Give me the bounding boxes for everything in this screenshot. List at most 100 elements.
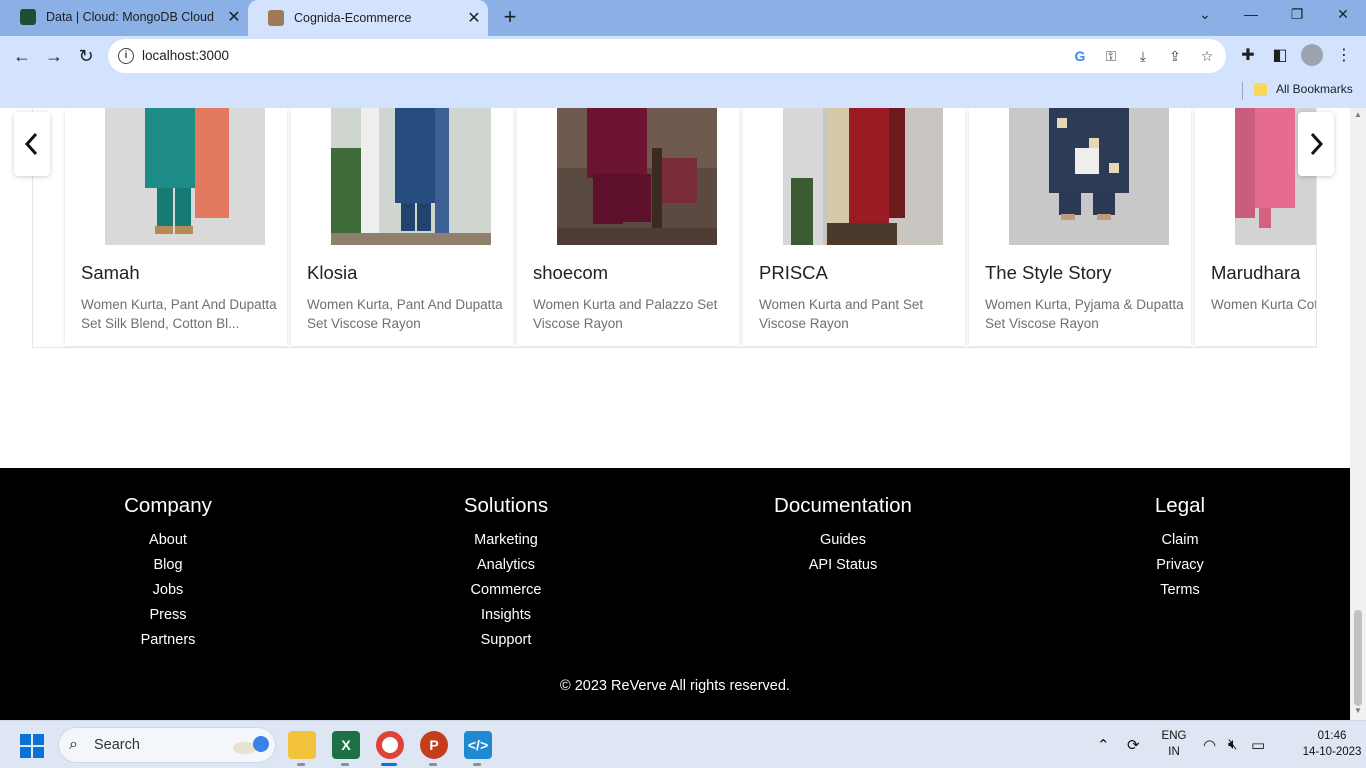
footer-link-api-status[interactable]: API Status	[723, 553, 963, 578]
wifi-icon[interactable]: ◠	[1203, 736, 1216, 754]
footer-link-commerce[interactable]: Commerce	[386, 578, 626, 603]
file-explorer-icon[interactable]	[288, 731, 316, 759]
site-footer: Company About Blog Jobs Press Partners S…	[0, 468, 1350, 720]
folder-icon[interactable]	[1254, 83, 1267, 96]
site-info-icon[interactable]: i	[118, 48, 134, 64]
powerpoint-icon[interactable]: P	[420, 731, 448, 759]
product-card-the-style-story[interactable]: The Style Story Women Kurta, Pyjama & Du…	[969, 108, 1191, 346]
search-highlight-icon	[233, 736, 269, 754]
footer-heading: Company	[124, 494, 212, 517]
extensions-puzzle-icon[interactable]: ✚	[1236, 44, 1260, 68]
footer-link-about[interactable]: About	[48, 528, 288, 553]
product-brand: Marudhara	[1211, 262, 1301, 283]
chevron-up-icon[interactable]: ⌃	[1097, 736, 1110, 754]
product-brand: PRISCA	[759, 262, 828, 283]
footer-link-guides[interactable]: Guides	[723, 528, 963, 553]
product-image[interactable]	[783, 108, 943, 245]
scrollbar-thumb[interactable]	[1354, 610, 1362, 706]
running-indicator	[297, 763, 305, 766]
language-indicator[interactable]: ENG	[1158, 730, 1190, 742]
profile-avatar[interactable]	[1300, 44, 1324, 68]
install-app-icon[interactable]: ⤓	[1133, 47, 1153, 65]
product-brand: shoecom	[533, 262, 609, 283]
product-image[interactable]	[1009, 108, 1169, 245]
reload-button[interactable]: ↻	[70, 40, 102, 72]
product-brand: Samah	[81, 262, 140, 283]
battery-icon[interactable]: ▭	[1251, 736, 1265, 754]
clock-time[interactable]: 01:46	[1300, 730, 1364, 742]
carousel-next-button[interactable]	[1298, 112, 1334, 176]
tab-title: Data | Cloud: MongoDB Cloud	[46, 10, 214, 24]
product-description: Women Kurta and Pant Set Viscose Rayon	[759, 297, 924, 331]
product-image[interactable]	[105, 108, 265, 245]
carousel-prev-button[interactable]	[14, 112, 50, 176]
speaker-muted-icon[interactable]: 🔇︎	[1228, 736, 1237, 753]
footer-link-jobs[interactable]: Jobs	[48, 578, 288, 603]
taskbar-search-box[interactable]: ⌕ Search	[58, 727, 276, 763]
windows-start-icon[interactable]	[20, 734, 44, 758]
back-button[interactable]: ←	[6, 40, 38, 72]
product-description: Women Kurta, Pyjama & Dupatta Set Viscos…	[985, 297, 1184, 331]
footer-link-terms[interactable]: Terms	[1060, 578, 1300, 603]
key-icon[interactable]: ⚿	[1101, 47, 1121, 65]
product-image[interactable]	[557, 108, 717, 245]
chrome-icon[interactable]	[376, 731, 404, 759]
forward-button[interactable]: →	[38, 40, 70, 72]
product-description: Women Kurta, Pant And Dupatta Set Viscos…	[307, 297, 503, 331]
footer-link-blog[interactable]: Blog	[48, 553, 288, 578]
windows-taskbar: ⌕ Search X P </> ⌃ ⟳ ENG IN ◠ 🔇︎ ▭ 01:46…	[0, 720, 1366, 768]
footer-link-support[interactable]: Support	[386, 628, 626, 653]
product-image[interactable]	[331, 108, 491, 245]
tab-mongodb[interactable]: Data | Cloud: MongoDB Cloud ✕	[0, 0, 248, 34]
footer-link-privacy[interactable]: Privacy	[1060, 553, 1300, 578]
footer-column-company: Company About Blog Jobs Press Partners	[48, 494, 288, 653]
all-bookmarks-link[interactable]: All Bookmarks	[1276, 82, 1353, 96]
share-icon[interactable]: ⇪	[1165, 47, 1185, 65]
side-panel-icon[interactable]: ◧	[1268, 44, 1292, 68]
product-brand: The Style Story	[985, 262, 1112, 283]
product-carousel: Samah Women Kurta, Pant And Dupatta Set …	[32, 108, 1317, 348]
minimize-button[interactable]: —	[1228, 0, 1274, 30]
bookmark-star-icon[interactable]: ☆	[1197, 47, 1217, 65]
window-close-button[interactable]: ✕	[1320, 0, 1366, 30]
page-scrollbar[interactable]: ▲ ▼	[1350, 108, 1366, 720]
excel-icon[interactable]: X	[332, 731, 360, 759]
footer-link-partners[interactable]: Partners	[48, 628, 288, 653]
taskbar-search-label: Search	[94, 737, 140, 753]
close-icon[interactable]: ✕	[220, 7, 248, 27]
vscode-icon[interactable]: </>	[464, 731, 492, 759]
new-tab-button[interactable]: +	[496, 4, 524, 32]
tab-search-chevron-icon[interactable]: ⌄	[1182, 0, 1228, 30]
url-text[interactable]: localhost:3000	[142, 48, 229, 63]
footer-column-documentation: Documentation Guides API Status	[723, 494, 963, 578]
browser-tab-strip: Data | Cloud: MongoDB Cloud ✕ Cognida-Ec…	[0, 0, 1366, 36]
product-card-shoecom[interactable]: shoecom Women Kurta and Palazzo Set Visc…	[517, 108, 739, 346]
sync-icon[interactable]: ⟳	[1127, 736, 1140, 754]
mongodb-leaf-icon	[20, 9, 36, 25]
footer-link-marketing[interactable]: Marketing	[386, 528, 626, 553]
restore-button[interactable]: ❐	[1274, 0, 1320, 30]
footer-link-claim[interactable]: Claim	[1060, 528, 1300, 553]
product-card-klosia[interactable]: Klosia Women Kurta, Pant And Dupatta Set…	[291, 108, 513, 346]
product-card-samah[interactable]: Samah Women Kurta, Pant And Dupatta Set …	[65, 108, 287, 346]
google-lens-icon[interactable]: G	[1070, 47, 1090, 65]
footer-heading: Legal	[1154, 494, 1206, 517]
footer-link-press[interactable]: Press	[48, 603, 288, 628]
chevron-right-icon	[1310, 132, 1324, 156]
scroll-up-arrow-icon[interactable]: ▲	[1354, 110, 1362, 119]
scroll-down-arrow-icon[interactable]: ▼	[1354, 706, 1362, 715]
bookmarks-bar: All Bookmarks	[0, 76, 1366, 108]
product-card-prisca[interactable]: PRISCA Women Kurta and Pant Set Viscose …	[743, 108, 965, 346]
close-icon[interactable]: ✕	[460, 8, 488, 28]
menu-kebab-icon[interactable]: ⋮	[1332, 44, 1356, 68]
address-bar[interactable]: i localhost:3000 G ⚿ ⤓ ⇪ ☆	[108, 39, 1226, 73]
footer-heading: Documentation	[774, 494, 912, 517]
footer-link-analytics[interactable]: Analytics	[386, 553, 626, 578]
tab-cognida-ecommerce[interactable]: Cognida-Ecommerce ✕	[248, 0, 488, 36]
region-indicator[interactable]: IN	[1158, 746, 1190, 758]
product-description: Women Kurta Cotton	[1211, 297, 1317, 312]
chevron-left-icon	[24, 132, 38, 156]
footer-link-insights[interactable]: Insights	[386, 603, 626, 628]
site-thumbnail-icon	[268, 10, 284, 26]
clock-date[interactable]: 14-10-2023	[1300, 746, 1364, 758]
